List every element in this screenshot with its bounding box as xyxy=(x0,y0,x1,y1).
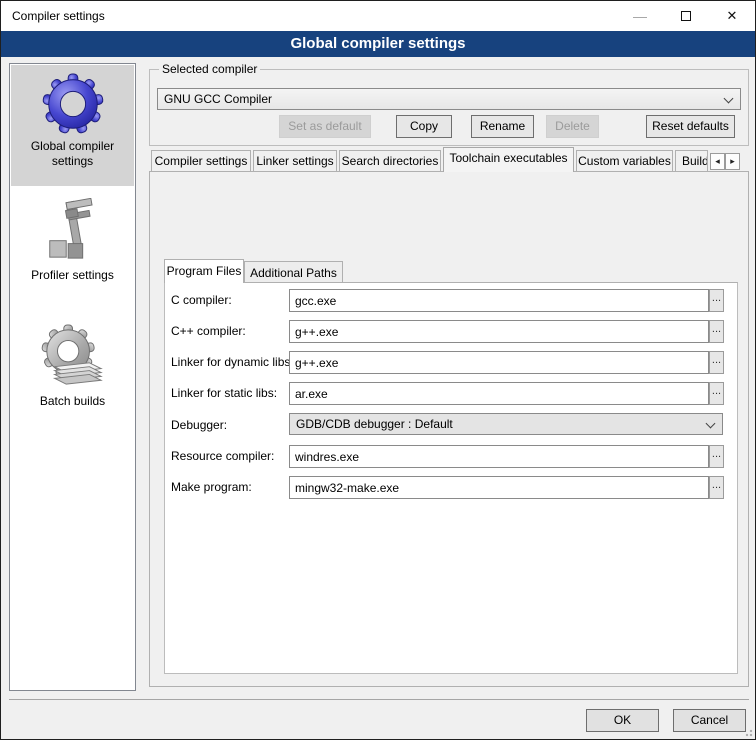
sidebar-item-label: Global compiler settings xyxy=(11,135,134,169)
cpp-compiler-label: C++ compiler: xyxy=(171,324,246,338)
cancel-button[interactable]: Cancel xyxy=(673,709,746,732)
tab-scroll-right-button[interactable]: ▸ xyxy=(725,153,740,170)
tab-custom-variables[interactable]: Custom variables xyxy=(576,150,673,172)
copy-button[interactable]: Copy xyxy=(396,115,452,138)
caliper-icon xyxy=(42,198,104,264)
selected-compiler-group-label: Selected compiler xyxy=(159,62,260,76)
dynamic-linker-input[interactable] xyxy=(289,351,709,374)
cpp-compiler-input[interactable] xyxy=(289,320,709,343)
minimize-button[interactable]: — xyxy=(617,1,663,31)
reset-defaults-button[interactable]: Reset defaults xyxy=(646,115,735,138)
tab-linker-settings[interactable]: Linker settings xyxy=(253,150,337,172)
c-compiler-label: C compiler: xyxy=(171,293,232,307)
tab-scroll-left-button[interactable]: ◂ xyxy=(710,153,725,170)
make-program-input[interactable] xyxy=(289,476,709,499)
maximize-button[interactable] xyxy=(663,1,709,31)
debugger-select-value: GDB/CDB debugger : Default xyxy=(296,417,453,431)
dynamic-linker-browse-button[interactable]: ... xyxy=(709,351,724,374)
delete-button[interactable]: Delete xyxy=(546,115,599,138)
settings-category-list: Global compiler settings Profiler settin… xyxy=(9,63,136,691)
debugger-select[interactable]: GDB/CDB debugger : Default xyxy=(289,413,723,435)
tab-search-directories[interactable]: Search directories xyxy=(339,150,441,172)
dynamic-linker-label: Linker for dynamic libs: xyxy=(171,355,294,369)
maximize-icon xyxy=(681,11,691,21)
subtab-program-files[interactable]: Program Files xyxy=(164,259,244,283)
sidebar-item-batch-builds[interactable]: Batch builds xyxy=(11,316,134,420)
chevron-down-icon xyxy=(724,94,734,104)
page-title: Global compiler settings xyxy=(1,31,755,57)
sidebar-item-label: Profiler settings xyxy=(11,264,134,283)
cpp-compiler-browse-button[interactable]: ... xyxy=(709,320,724,343)
c-compiler-input[interactable] xyxy=(289,289,709,312)
tab-build-options[interactable]: Build options xyxy=(675,150,708,172)
close-button[interactable]: ✕ xyxy=(709,1,755,31)
chevron-down-icon xyxy=(706,419,716,429)
subtab-additional-paths[interactable]: Additional Paths xyxy=(244,261,343,282)
gear-blue-icon xyxy=(42,73,104,135)
window-title: Compiler settings xyxy=(12,1,105,31)
compiler-settings-dialog: Compiler settings — ✕ Global compiler se… xyxy=(0,0,756,740)
title-bar: Compiler settings — ✕ xyxy=(1,1,755,31)
sidebar-item-global-compiler-settings[interactable]: Global compiler settings xyxy=(11,65,134,186)
sidebar-item-label: Batch builds xyxy=(11,390,134,409)
resource-compiler-label: Resource compiler: xyxy=(171,449,274,463)
tab-compiler-settings[interactable]: Compiler settings xyxy=(151,150,251,172)
gear-stack-icon xyxy=(41,324,105,390)
set-as-default-button[interactable]: Set as default xyxy=(279,115,371,138)
static-linker-input[interactable] xyxy=(289,382,709,405)
resize-grip[interactable] xyxy=(743,727,753,737)
compiler-select[interactable]: GNU GCC Compiler xyxy=(157,88,741,110)
resource-compiler-browse-button[interactable]: ... xyxy=(709,445,724,468)
debugger-label: Debugger: xyxy=(171,418,227,432)
footer-separator xyxy=(9,699,749,700)
ok-button[interactable]: OK xyxy=(586,709,659,732)
resource-compiler-input[interactable] xyxy=(289,445,709,468)
static-linker-label: Linker for static libs: xyxy=(171,386,277,400)
static-linker-browse-button[interactable]: ... xyxy=(709,382,724,405)
compiler-select-value: GNU GCC Compiler xyxy=(164,92,272,106)
make-program-label: Make program: xyxy=(171,480,252,494)
c-compiler-browse-button[interactable]: ... xyxy=(709,289,724,312)
sidebar-item-profiler-settings[interactable]: Profiler settings xyxy=(11,192,134,296)
rename-button[interactable]: Rename xyxy=(471,115,534,138)
tab-toolchain-executables[interactable]: Toolchain executables xyxy=(443,147,574,172)
make-program-browse-button[interactable]: ... xyxy=(709,476,724,499)
